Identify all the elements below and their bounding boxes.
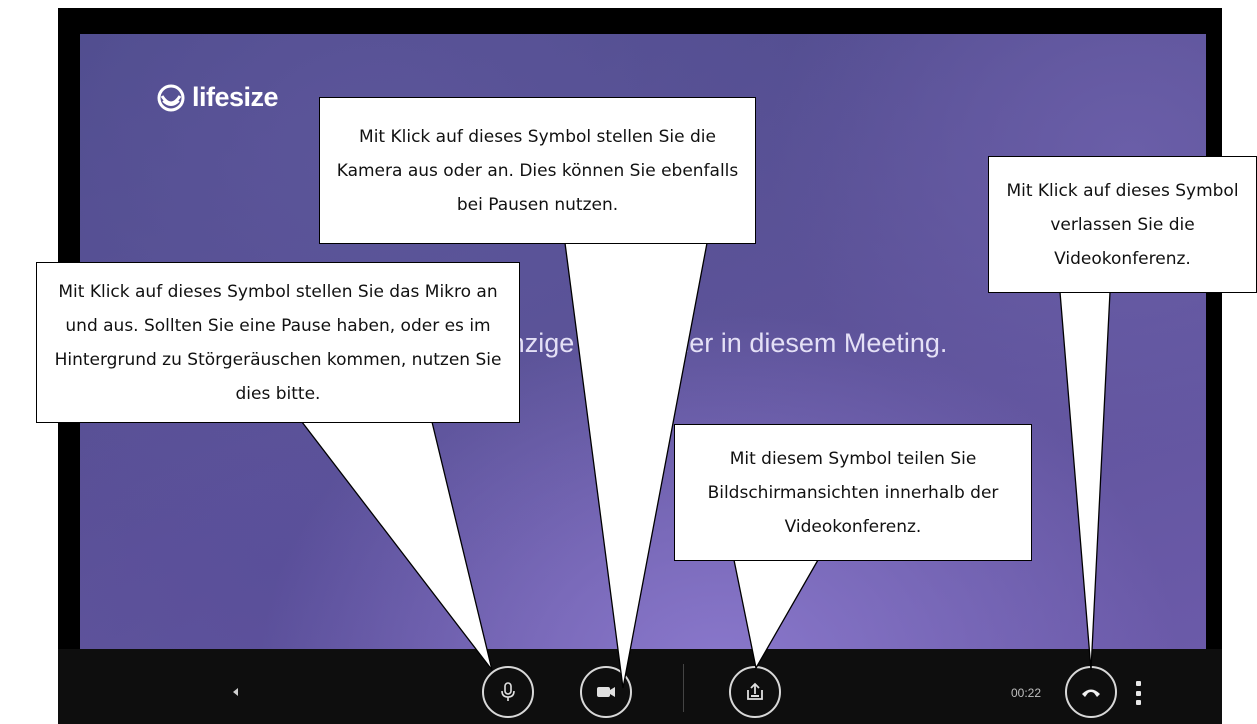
toolbar-divider: [683, 664, 684, 712]
lifesize-logo-icon: [157, 84, 185, 111]
triangle-left-icon[interactable]: [233, 688, 238, 696]
lifesize-logo: lifesize: [156, 82, 279, 113]
phone-hangup-icon: [1082, 689, 1100, 697]
call-timer: 00:22: [1011, 686, 1042, 700]
logo-text: lifesize: [192, 82, 279, 112]
hangup-button[interactable]: [1065, 666, 1117, 718]
call-toolbar: [58, 649, 1222, 724]
share-screen-button[interactable]: [729, 666, 781, 718]
share-callout: Mit diesem Symbol teilen Sie Bildschirma…: [674, 424, 1032, 561]
microphone-icon: [501, 682, 515, 701]
mic-button[interactable]: [482, 666, 534, 718]
more-vertical-icon[interactable]: [1136, 681, 1142, 705]
hangup-callout: Mit Klick auf dieses Symbol verlassen Si…: [988, 156, 1257, 293]
camera-button[interactable]: [580, 666, 632, 718]
mic-callout: Mit Klick auf dieses Symbol stellen Sie …: [36, 262, 520, 423]
video-camera-icon: [597, 687, 615, 697]
camera-callout: Mit Klick auf dieses Symbol stellen Sie …: [319, 97, 756, 244]
screen-share-icon: [747, 682, 763, 700]
